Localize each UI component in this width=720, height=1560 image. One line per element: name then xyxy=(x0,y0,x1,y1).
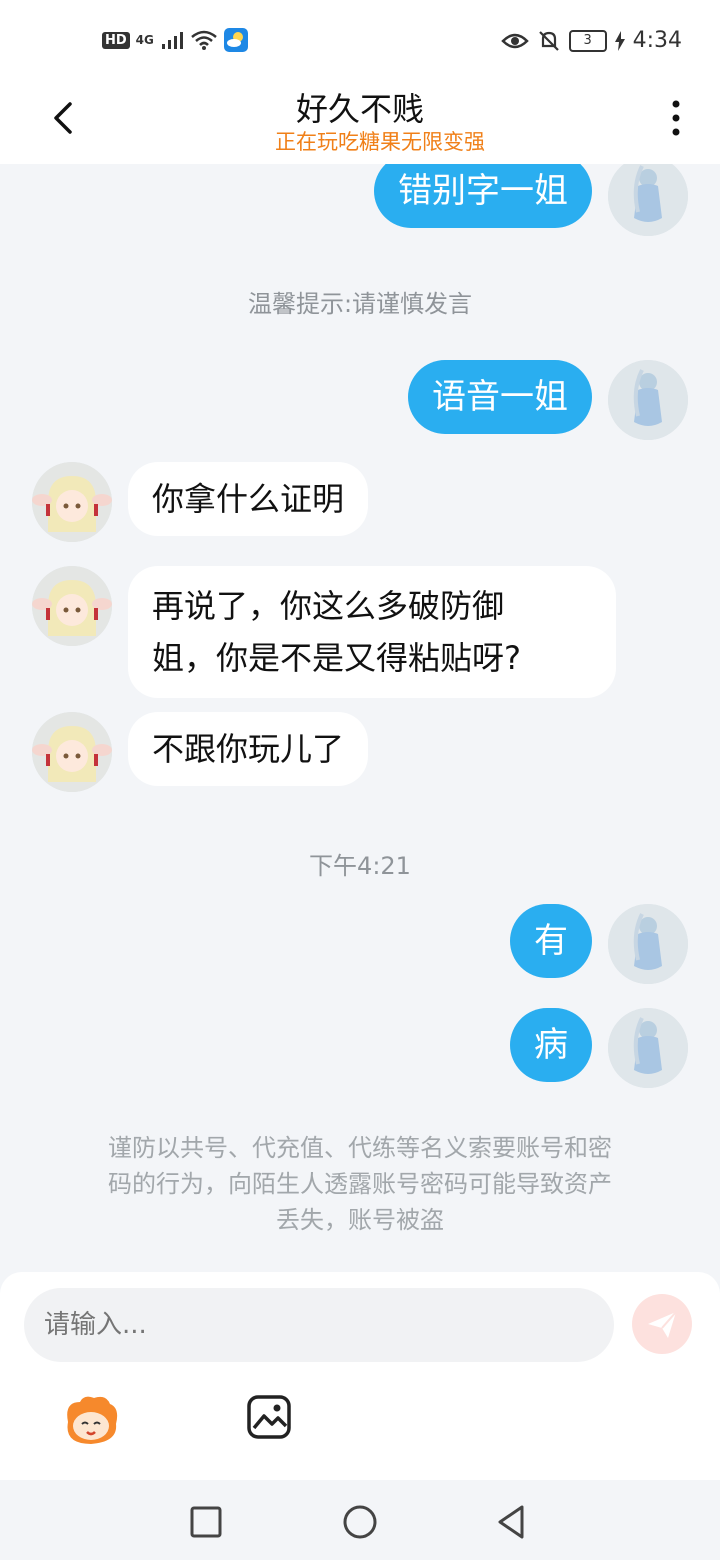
message-bubble-incoming[interactable]: 再说了，你这么多破防御 姐，你是不是又得粘贴呀? xyxy=(128,566,616,698)
chat-message-list[interactable]: 错别字一姐 温馨提示:请谨慎发言 语音一姐 你拿什么证明 再说了，你这么多破防御… xyxy=(0,164,720,1272)
message-text: 语音一姐 xyxy=(432,377,568,417)
emoji-sticker-icon[interactable] xyxy=(60,1394,122,1448)
system-tip: 温馨提示:请谨慎发言 xyxy=(247,290,473,318)
message-bubble-outgoing[interactable]: 病 xyxy=(510,1008,592,1082)
my-avatar-icon xyxy=(608,360,688,440)
my-avatar[interactable] xyxy=(608,1008,688,1088)
message-text: 病 xyxy=(534,1025,568,1065)
back-nav-icon[interactable] xyxy=(492,1502,532,1542)
network-type: 4G xyxy=(135,33,154,47)
message-text: 你拿什么证明 xyxy=(152,480,345,518)
status-left-group: HD 4G xyxy=(102,28,248,52)
my-avatar[interactable] xyxy=(608,164,688,236)
message-bubble-outgoing[interactable]: 错别字一姐 xyxy=(374,164,592,228)
message-bubble-outgoing[interactable]: 有 xyxy=(510,904,592,978)
send-icon xyxy=(648,1311,677,1338)
friend-avatar[interactable] xyxy=(32,566,112,646)
message-text: 不跟你玩儿了 xyxy=(152,730,345,768)
home-icon[interactable] xyxy=(340,1502,380,1542)
message-text-line: 姐，你是不是又得粘贴呀? xyxy=(152,639,521,677)
security-warning-line: 丢失，账号被盗 xyxy=(276,1206,444,1234)
image-icon[interactable] xyxy=(246,1394,292,1440)
message-timestamp: 下午4:21 xyxy=(309,852,411,880)
status-right-group: 3 4:34 xyxy=(500,28,682,53)
message-bubble-outgoing[interactable]: 语音一姐 xyxy=(408,360,592,434)
send-button[interactable] xyxy=(632,1294,692,1354)
status-bar: HD 4G 3 4:34 xyxy=(0,0,720,82)
message-text: 有 xyxy=(534,921,568,961)
friend-avatar[interactable] xyxy=(32,462,112,542)
chat-header: 好久不贱 正在玩吃糖果无限变强 xyxy=(0,82,720,164)
my-avatar[interactable] xyxy=(608,904,688,984)
clock: 4:34 xyxy=(632,28,682,53)
system-nav-bar xyxy=(0,1480,720,1560)
friend-avatar-icon xyxy=(32,462,112,542)
security-warning-line: 码的行为，向陌生人透露账号密码可能导致资产 xyxy=(108,1170,612,1198)
my-avatar-icon xyxy=(608,1008,688,1088)
chat-title: 好久不贱 xyxy=(295,90,424,128)
friend-avatar-icon xyxy=(32,712,112,792)
friend-avatar[interactable] xyxy=(32,712,112,792)
message-text: 错别字一姐 xyxy=(398,171,568,211)
security-warning-line: 谨防以共号、代充值、代练等名义索要账号和密 xyxy=(108,1134,612,1162)
weather-icon xyxy=(223,28,248,52)
chat-subtitle-status: 正在玩吃糖果无限变强 xyxy=(275,130,485,154)
recent-apps-icon[interactable] xyxy=(186,1502,226,1542)
message-text-line: 再说了，你这么多破防御 xyxy=(152,587,505,625)
message-composer xyxy=(0,1272,720,1480)
hd-badge: HD xyxy=(102,31,130,49)
eye-icon xyxy=(500,33,529,48)
message-input[interactable] xyxy=(24,1288,614,1362)
friend-avatar-icon xyxy=(32,566,112,646)
wifi-icon xyxy=(191,30,217,50)
battery-indicator: 3 xyxy=(568,29,607,52)
mute-icon xyxy=(538,30,559,51)
signal-icon xyxy=(161,32,183,49)
my-avatar-icon xyxy=(608,164,688,236)
message-bubble-incoming[interactable]: 你拿什么证明 xyxy=(128,462,369,536)
charging-icon xyxy=(614,30,625,51)
my-avatar-icon xyxy=(608,904,688,984)
message-bubble-incoming[interactable]: 不跟你玩儿了 xyxy=(128,712,369,786)
more-vertical-icon[interactable] xyxy=(664,98,688,138)
security-warning: 谨防以共号、代充值、代练等名义索要账号和密 码的行为，向陌生人透露账号密码可能导… xyxy=(60,1130,660,1238)
my-avatar[interactable] xyxy=(608,360,688,440)
